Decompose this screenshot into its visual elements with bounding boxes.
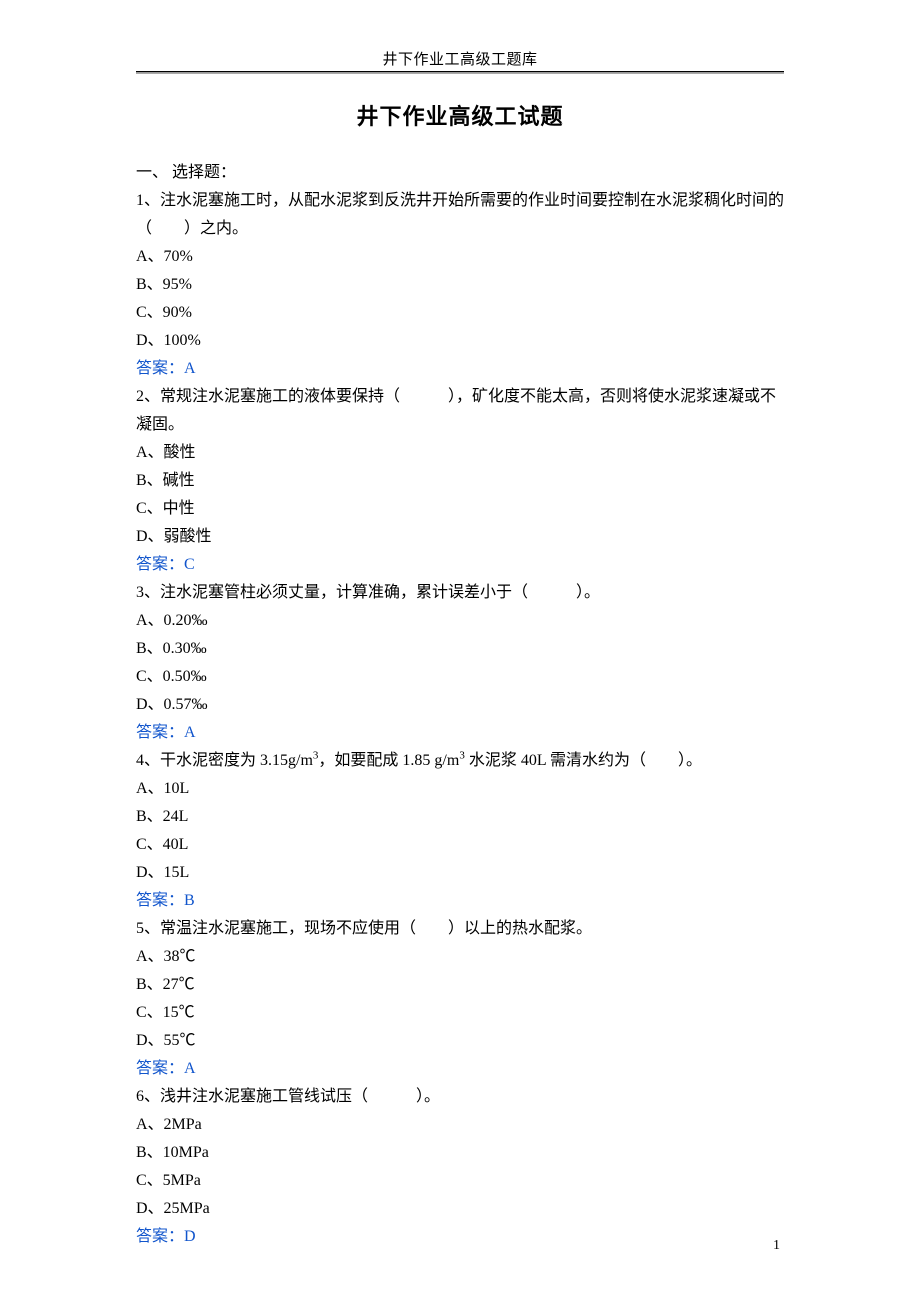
section-header: 一、 选择题：: [136, 159, 784, 187]
question-stem: 3、注水泥塞管柱必须丈量，计算准确，累计误差小于（ ）。: [136, 579, 784, 607]
option: A、38℃: [136, 943, 784, 971]
option: C、5MPa: [136, 1167, 784, 1195]
answer: 答案：B: [136, 887, 784, 915]
question-stem: 2、常规注水泥塞施工的液体要保持（ ），矿化度不能太高，否则将使水泥浆速凝或不凝…: [136, 383, 784, 439]
answer: 答案：A: [136, 719, 784, 747]
option: A、2MPa: [136, 1111, 784, 1139]
question-block: 1、注水泥塞施工时，从配水泥浆到反洗井开始所需要的作业时间要控制在水泥浆稠化时间…: [136, 187, 784, 383]
question-stem: 1、注水泥塞施工时，从配水泥浆到反洗井开始所需要的作业时间要控制在水泥浆稠化时间…: [136, 187, 784, 243]
option: D、15L: [136, 859, 784, 887]
option: C、90%: [136, 299, 784, 327]
option: D、0.57‰: [136, 691, 784, 719]
option: C、0.50‰: [136, 663, 784, 691]
option: D、100%: [136, 327, 784, 355]
question-stem: 4、干水泥密度为 3.15g/m3，如要配成 1.85 g/m3 水泥浆 40L…: [136, 747, 784, 775]
content-area: 一、 选择题： 1、注水泥塞施工时，从配水泥浆到反洗井开始所需要的作业时间要控制…: [136, 159, 784, 1251]
option: B、碱性: [136, 467, 784, 495]
question-stem: 5、常温注水泥塞施工，现场不应使用（ ）以上的热水配浆。: [136, 915, 784, 943]
option: A、0.20‰: [136, 607, 784, 635]
question-block: 3、注水泥塞管柱必须丈量，计算准确，累计误差小于（ ）。 A、0.20‰ B、0…: [136, 579, 784, 747]
option: A、70%: [136, 243, 784, 271]
option: A、酸性: [136, 439, 784, 467]
page-number: 1: [773, 1238, 780, 1254]
answer: 答案：C: [136, 551, 784, 579]
option: D、弱酸性: [136, 523, 784, 551]
option: C、40L: [136, 831, 784, 859]
question-stem: 6、浅井注水泥塞施工管线试压（ ）。: [136, 1083, 784, 1111]
option: C、15℃: [136, 999, 784, 1027]
option: B、0.30‰: [136, 635, 784, 663]
answer: 答案：D: [136, 1223, 784, 1251]
question-block: 2、常规注水泥塞施工的液体要保持（ ），矿化度不能太高，否则将使水泥浆速凝或不凝…: [136, 383, 784, 579]
option: B、95%: [136, 271, 784, 299]
option: A、10L: [136, 775, 784, 803]
question-block: 6、浅井注水泥塞施工管线试压（ ）。 A、2MPa B、10MPa C、5MPa…: [136, 1083, 784, 1251]
question-block: 5、常温注水泥塞施工，现场不应使用（ ）以上的热水配浆。 A、38℃ B、27℃…: [136, 915, 784, 1083]
option: D、25MPa: [136, 1195, 784, 1223]
answer: 答案：A: [136, 1055, 784, 1083]
page-title: 井下作业高级工试题: [0, 99, 920, 131]
page-header: 井下作业工高级工题库: [0, 0, 920, 69]
question-block: 4、干水泥密度为 3.15g/m3，如要配成 1.85 g/m3 水泥浆 40L…: [136, 747, 784, 915]
answer: 答案：A: [136, 355, 784, 383]
option: C、中性: [136, 495, 784, 523]
option: B、27℃: [136, 971, 784, 999]
header-underline: [136, 71, 784, 73]
option: D、55℃: [136, 1027, 784, 1055]
option: B、10MPa: [136, 1139, 784, 1167]
option: B、24L: [136, 803, 784, 831]
